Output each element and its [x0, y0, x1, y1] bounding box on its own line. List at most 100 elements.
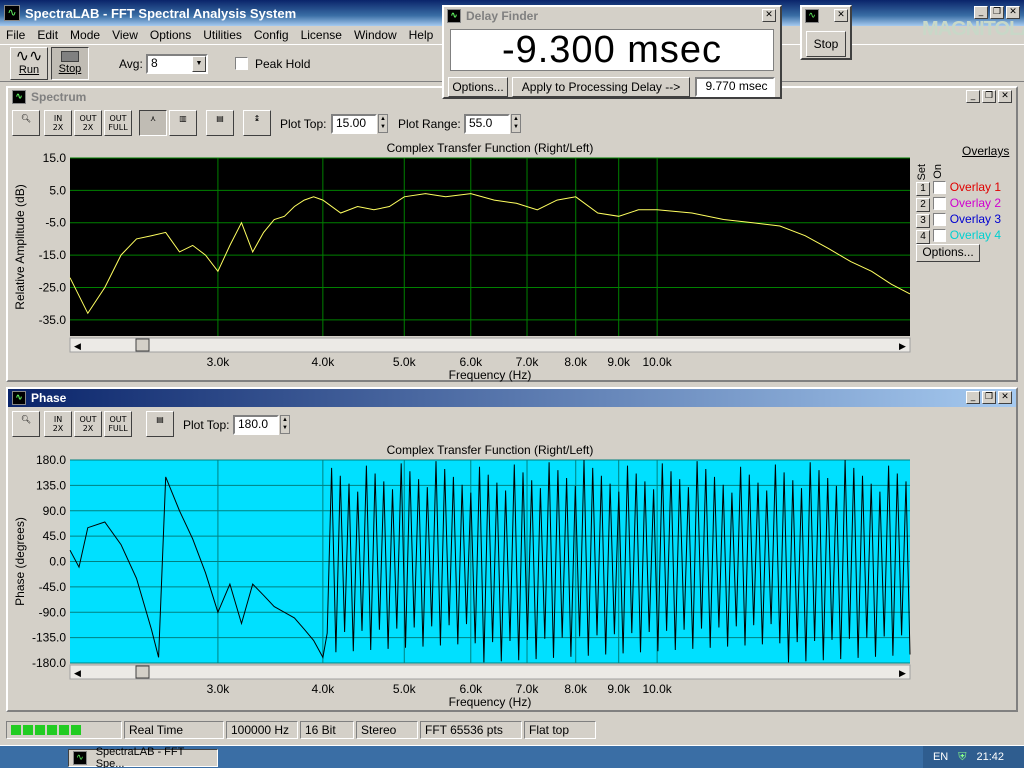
plot-top-input[interactable]: 15.00: [331, 114, 377, 134]
spectrum-panel: ∿ Spectrum _ ❐ ✕ 🔍︎ IN 2X OUT 2X OUT FULL ⋏…: [6, 86, 1018, 382]
phase-panel: ∿ Phase _ ❐ ✕ 🔍︎ IN 2X OUT 2X OUT FULL ▤ Pl…: [6, 387, 1018, 712]
chart-title: Complex Transfer Function (Right/Left): [387, 141, 594, 155]
avg-select[interactable]: 8 ▼: [146, 54, 208, 74]
y-tick-label: -5.0: [45, 216, 66, 230]
app-title: SpectraLAB - FFT Spectral Analysis Syste…: [25, 5, 297, 21]
peak-hold-checkbox[interactable]: [235, 57, 248, 70]
plot-top-spinner[interactable]: ▲ ▼: [378, 114, 388, 133]
stop-button[interactable]: Stop: [51, 47, 89, 80]
zoom-in-2x-icon[interactable]: IN 2X: [44, 110, 72, 136]
x-tick-label: 6.0k: [459, 355, 483, 369]
overlay-label: Overlay 4: [949, 228, 1002, 242]
minimize-icon[interactable]: _: [966, 90, 980, 103]
menu-mode[interactable]: Mode: [70, 28, 100, 42]
restore-icon[interactable]: ❐: [982, 391, 996, 404]
x-tick-label: 3.0k: [207, 355, 231, 369]
scroll-right-icon: ▶: [899, 668, 906, 678]
meter-segment: [71, 725, 81, 735]
x-tick-label: 5.0k: [393, 355, 417, 369]
overlay-set-button[interactable]: 4: [916, 230, 930, 244]
scroll-left-icon: ◀: [74, 341, 81, 351]
y-tick-label: -180.0: [32, 656, 66, 670]
overlay-on-checkbox[interactable]: [933, 197, 947, 211]
system-tray: EN ⛨ 21:42: [922, 746, 1024, 768]
overlay-on-checkbox[interactable]: [933, 181, 947, 195]
scrollbar: [69, 337, 911, 353]
phase-title-bar[interactable]: ∿ Phase: [8, 389, 1016, 407]
status-bit-depth: 16 Bit: [300, 721, 354, 739]
y-tick-label: 180.0: [36, 453, 66, 467]
zoom-out-full-icon[interactable]: OUT FULL: [104, 411, 132, 437]
minimize-icon[interactable]: _: [966, 391, 980, 404]
taskbar: ∿ SpectraLAB - FFT Spe... EN ⛨ 21:42: [0, 745, 1024, 768]
menu-edit[interactable]: Edit: [37, 28, 58, 42]
table-icon[interactable]: ▤: [146, 411, 174, 437]
plot-range-input[interactable]: 55.0: [464, 114, 510, 134]
close-icon[interactable]: ✕: [834, 9, 848, 22]
x-tick-label: 9.0k: [607, 355, 631, 369]
language-indicator[interactable]: EN: [933, 751, 948, 763]
stop-window-button[interactable]: Stop: [806, 31, 846, 57]
y-tick-label: 5.0: [49, 183, 66, 197]
line-mode-icon[interactable]: ⋏: [139, 110, 167, 136]
delay-options-button[interactable]: Options...: [448, 77, 508, 97]
stop-square-icon: [61, 51, 79, 62]
overlay-set-button[interactable]: 3: [916, 214, 930, 228]
overlay-options-button[interactable]: Options...: [916, 244, 980, 262]
y-tick-label: -90.0: [39, 605, 67, 619]
stop-window: ∿ ✕ Stop: [800, 5, 852, 60]
overlays-on-label: On: [932, 164, 944, 179]
menu-view[interactable]: View: [112, 28, 138, 42]
bar-mode-icon[interactable]: ▥: [169, 110, 197, 136]
status-bar: Real Time 100000 Hz 16 Bit Stereo FFT 65…: [0, 718, 1024, 742]
menu-config[interactable]: Config: [254, 28, 289, 42]
close-icon[interactable]: ✕: [998, 391, 1012, 404]
apply-delay-button[interactable]: Apply to Processing Delay -->: [512, 77, 690, 97]
x-tick-label: 7.0k: [516, 355, 540, 369]
menu-file[interactable]: File: [6, 28, 25, 42]
plot-top-input[interactable]: 180.0: [233, 415, 279, 435]
y-axis-label: Phase (degrees): [13, 517, 27, 606]
y-axis-label: Relative Amplitude (dB): [13, 184, 27, 309]
zoom-in-2x-icon[interactable]: IN 2X: [44, 411, 72, 437]
chevron-down-icon[interactable]: ▼: [192, 56, 206, 72]
overlay-set-button[interactable]: 1: [916, 182, 930, 196]
menu-license[interactable]: License: [301, 28, 342, 42]
delay-finder-title-bar[interactable]: ∿ Delay Finder: [444, 7, 780, 25]
plot-top-spinner[interactable]: ▲ ▼: [280, 415, 290, 434]
y-tick-label: 0.0: [49, 555, 66, 569]
zoom-out-full-icon[interactable]: OUT FULL: [104, 110, 132, 136]
meter-segment: [23, 725, 33, 735]
restore-icon[interactable]: ❐: [982, 90, 996, 103]
close-icon[interactable]: ✕: [762, 9, 776, 22]
menu-utilities[interactable]: Utilities: [203, 28, 242, 42]
overlay-on-checkbox[interactable]: [933, 213, 947, 227]
tray-shield-icon[interactable]: ⛨: [958, 750, 966, 764]
status-window: Flat top: [524, 721, 596, 739]
zoom-out-2x-icon[interactable]: OUT 2X: [74, 411, 102, 437]
meter-segment: [35, 725, 45, 735]
menu-options[interactable]: Options: [150, 28, 191, 42]
meter-segment: [11, 725, 21, 735]
plot-top-label: Plot Top:: [280, 117, 327, 131]
waveform-icon: ∿: [4, 5, 20, 21]
overlay-on-checkbox[interactable]: [933, 229, 947, 243]
plot-range-spinner[interactable]: ▲ ▼: [511, 114, 521, 133]
zoom-out-2x-icon[interactable]: OUT 2X: [74, 110, 102, 136]
menu-help[interactable]: Help: [409, 28, 434, 42]
x-tick-label: 10.0k: [642, 355, 672, 369]
zoom-icon[interactable]: 🔍︎: [12, 411, 40, 437]
scale-icon[interactable]: ↨: [243, 110, 271, 136]
overlay-label: Overlay 3: [949, 212, 1002, 226]
run-button[interactable]: ∿∿ Run: [10, 47, 48, 80]
table-icon[interactable]: ▤: [206, 110, 234, 136]
taskbar-app-button[interactable]: ∿ SpectraLAB - FFT Spe...: [68, 746, 218, 768]
scrollbar-thumb: [135, 665, 150, 679]
close-icon[interactable]: ✕: [998, 90, 1012, 103]
scrollbar-thumb: [135, 338, 150, 352]
processing-delay-field[interactable]: 9.770 msec: [695, 77, 775, 97]
zoom-icon[interactable]: 🔍︎: [12, 110, 40, 136]
menu-window[interactable]: Window: [354, 28, 397, 42]
overlay-set-button[interactable]: 2: [916, 198, 930, 212]
peak-hold-label: Peak Hold: [255, 57, 311, 71]
